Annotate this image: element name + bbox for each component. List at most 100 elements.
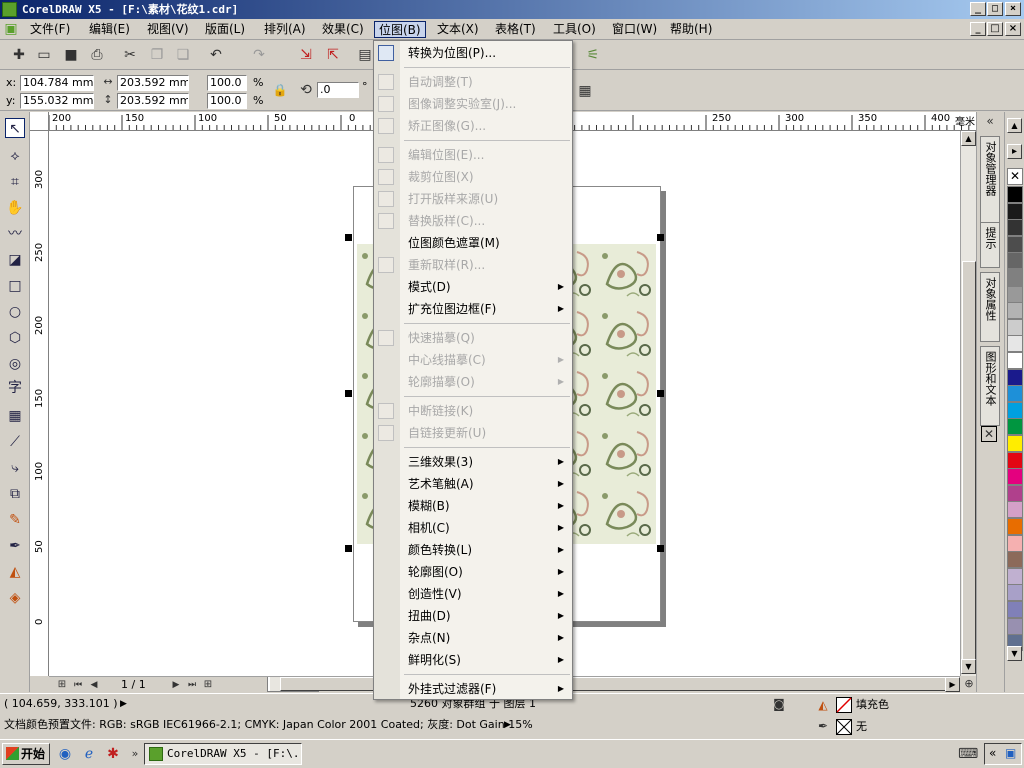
redo-icon[interactable]: ↷ — [250, 46, 268, 64]
menu-item[interactable]: 艺术笔触(A) ▶ — [374, 473, 572, 495]
menu-item[interactable]: 三维效果(3) ▶ — [374, 451, 572, 473]
color-swatch[interactable] — [1007, 601, 1023, 618]
color-swatch[interactable] — [1007, 186, 1023, 203]
add-page-after-icon[interactable]: ⊞ — [199, 676, 217, 694]
color-swatch[interactable] — [1007, 501, 1023, 519]
dimension-tool-icon[interactable]: ⟋ — [5, 432, 25, 452]
color-swatch[interactable] — [1007, 584, 1023, 602]
menu-window[interactable]: 窗口(W) — [608, 21, 661, 38]
tray-expand-icon[interactable]: « — [989, 746, 996, 760]
menu-arrange[interactable]: 排列(A) — [260, 21, 310, 38]
rotation-input[interactable]: .0 — [317, 82, 359, 98]
open-folder-icon[interactable]: ▭ — [35, 46, 53, 64]
color-swatch[interactable] — [1007, 202, 1023, 220]
color-swatch[interactable] — [1007, 269, 1023, 286]
height-input[interactable]: 203.592 mm — [117, 93, 189, 109]
color-swatch[interactable] — [1007, 418, 1023, 436]
status-arrow-icon[interactable]: ▶ — [120, 697, 127, 711]
selection-handle[interactable] — [657, 545, 664, 552]
import-icon[interactable]: ⇲ — [297, 46, 315, 64]
scroll-right-button[interactable]: ▶ — [945, 677, 960, 692]
palette-flyout-icon[interactable]: ▸ — [1007, 144, 1022, 159]
y-position-input[interactable]: 155.032 mm — [20, 93, 94, 109]
cut-icon[interactable]: ✂ — [121, 46, 139, 64]
prev-page-icon[interactable]: ◀ — [85, 676, 103, 694]
menu-item[interactable]: 鲜明化(S) ▶ — [374, 649, 572, 671]
shape-tool-icon[interactable]: ⟡ — [5, 146, 25, 166]
color-swatch[interactable] — [1007, 385, 1023, 403]
menu-item[interactable]: 相机(C) ▶ — [374, 517, 572, 539]
color-swatch[interactable] — [1007, 484, 1023, 502]
start-button[interactable]: 开始 — [2, 743, 50, 765]
scroll-down-button[interactable]: ▼ — [961, 659, 976, 674]
menu-item[interactable]: 杂点(N) ▶ — [374, 627, 572, 649]
doc-close-button[interactable]: × — [1005, 22, 1021, 36]
menu-item[interactable]: 外挂式过滤器(F) ▶ — [374, 678, 572, 700]
vertical-scrollbar[interactable]: ▲ ▼ — [960, 131, 976, 676]
menu-item[interactable]: 扩充位图边框(F) ▶ — [374, 298, 572, 320]
menu-table[interactable]: 表格(T) — [491, 21, 540, 38]
scale-y-input[interactable]: 100.0 — [207, 93, 247, 109]
selection-handle[interactable] — [657, 234, 664, 241]
menu-help[interactable]: 帮助(H) — [666, 21, 716, 38]
document-icon[interactable]: ▣ — [2, 20, 20, 38]
menu-effects[interactable]: 效果(C) — [318, 21, 368, 38]
keyboard-icon[interactable]: ⌨ — [958, 745, 978, 763]
color-swatch[interactable] — [1007, 551, 1023, 569]
menu-item[interactable]: 模式(D) ▶ — [374, 276, 572, 298]
scale-x-input[interactable]: 100.0 — [207, 75, 247, 91]
color-swatch[interactable] — [1007, 617, 1023, 635]
maximize-button[interactable]: □ — [987, 2, 1003, 16]
close-docker-icon[interactable]: ✕ — [981, 426, 997, 442]
menu-item[interactable]: convert-bitmap-icon 转换为位图(P)... — [374, 42, 572, 64]
selection-handle[interactable] — [657, 390, 664, 397]
palette-scroll-up[interactable]: ▲ — [1007, 118, 1022, 133]
color-swatch[interactable] — [1007, 219, 1023, 237]
doc-restore-button[interactable]: □ — [987, 22, 1003, 36]
scroll-up-button[interactable]: ▲ — [961, 131, 976, 146]
rectangle-tool-icon[interactable]: □ — [5, 276, 25, 296]
color-swatch[interactable] — [1007, 451, 1023, 469]
menu-item[interactable]: 模糊(B) ▶ — [374, 495, 572, 517]
doc-minimize-button[interactable]: _ — [970, 22, 986, 36]
vertical-scroll-thumb[interactable] — [962, 261, 976, 671]
connector-tool-icon[interactable]: ⤷ — [5, 458, 25, 478]
color-swatch[interactable] — [1007, 318, 1023, 336]
wrap-text-icon[interactable]: ▦ — [576, 82, 594, 100]
menu-item[interactable]: 创造性(V) ▶ — [374, 583, 572, 605]
color-swatch[interactable] — [1007, 235, 1023, 253]
polygon-tool-icon[interactable]: ⬡ — [5, 328, 25, 348]
crop-tool-icon[interactable]: ⌗ — [5, 172, 25, 192]
interactive-fill-icon[interactable]: ◈ — [5, 588, 25, 608]
fill-tool-icon[interactable]: ◭ — [5, 562, 25, 582]
minimize-button[interactable]: _ — [970, 2, 986, 16]
new-document-icon[interactable]: ✚ — [10, 46, 28, 64]
menu-item[interactable]: 轮廓图(O) ▶ — [374, 561, 572, 583]
outline-color-swatch[interactable] — [836, 719, 852, 735]
width-input[interactable]: 203.592 mm — [117, 75, 189, 91]
color-swatch[interactable] — [1007, 368, 1023, 386]
color-swatch[interactable] — [1007, 302, 1023, 320]
ruler-origin[interactable] — [30, 112, 49, 131]
menu-text[interactable]: 文本(X) — [433, 21, 483, 38]
tab-graphics-and-text[interactable]: 图形和文本 — [980, 346, 1000, 426]
menu-item[interactable]: 扭曲(D) ▶ — [374, 605, 572, 627]
color-swatch[interactable] — [1007, 335, 1023, 353]
copy-icon[interactable]: ❐ — [148, 46, 166, 64]
freehand-tool-icon[interactable]: 〰 — [5, 224, 25, 244]
pan-tool-icon[interactable]: ✋ — [5, 198, 25, 218]
table-tool-icon[interactable]: ▦ — [5, 406, 25, 426]
basic-shapes-icon[interactable]: ◎ — [5, 354, 25, 374]
options-icon[interactable]: ⚟ — [584, 46, 602, 64]
color-swatch[interactable] — [1007, 468, 1023, 486]
ellipse-tool-icon[interactable]: ○ — [5, 302, 25, 322]
menu-edit[interactable]: 编辑(E) — [85, 21, 134, 38]
color-proof-icon[interactable]: ◙ — [770, 695, 788, 713]
tab-object-manager[interactable]: 对象管理器 — [980, 136, 1000, 236]
color-swatch[interactable] — [1007, 518, 1023, 535]
profile-arrow-icon[interactable]: ▶ — [504, 718, 511, 732]
outline-pen-icon[interactable]: ✒ — [5, 536, 25, 556]
tab-object-properties[interactable]: 对象属性 — [980, 272, 1000, 342]
application-launcher-icon[interactable]: ▤ — [356, 46, 374, 64]
quicklaunch-browser-icon[interactable]: ◉ — [56, 745, 74, 763]
